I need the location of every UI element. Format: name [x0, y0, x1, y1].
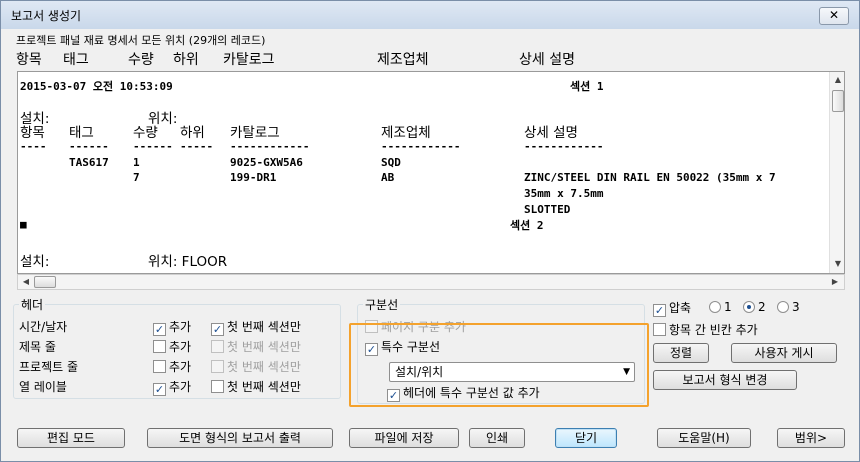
column-header-qty: 수량 — [128, 52, 154, 68]
compress-option-1[interactable]: 1 — [709, 300, 732, 314]
compress-option-2[interactable]: 2 — [743, 300, 766, 314]
checkbox-empty-icon — [211, 380, 224, 393]
title-bar: 보고서 생성기 ✕ — [1, 1, 859, 29]
dialog-body: 프로젝트 패널 재료 명세서 모든 위치 (29개의 레코드) 항목 태그 수량… — [7, 29, 853, 457]
print-button[interactable]: 인쇄 — [469, 428, 525, 448]
save-to-file-button[interactable]: 파일에 저장 — [349, 428, 459, 448]
checkbox-empty-icon — [653, 323, 666, 336]
report-install-label: 설치: — [20, 254, 50, 270]
callout-highlight — [349, 323, 649, 407]
scroll-left-icon[interactable]: ◀ — [19, 275, 33, 289]
report-location-floor: 위치: FLOOR — [148, 254, 228, 270]
report-section-2: 섹션 2 — [510, 219, 544, 232]
help-button[interactable]: 도움말(H) — [657, 428, 751, 448]
project-line-first-section-checkbox: 첫 번째 섹션만 — [211, 358, 301, 375]
title-line-add-checkbox[interactable]: 추가 — [153, 338, 191, 355]
checkbox-empty-icon — [153, 340, 166, 353]
report-dash: ------ — [133, 140, 173, 153]
vertical-scroll-thumb[interactable] — [832, 90, 844, 112]
edit-mode-button[interactable]: 편집 모드 — [17, 428, 125, 448]
report-row-qty: 7 — [133, 171, 140, 184]
header-row-label: 제목 줄 — [19, 340, 56, 354]
checkbox-disabled-icon — [211, 360, 224, 373]
text-cursor: ■ — [20, 218, 27, 231]
scroll-right-icon[interactable]: ▶ — [828, 275, 842, 289]
header-row-label: 프로젝트 줄 — [19, 360, 79, 374]
checkbox-checked-icon: ✓ — [153, 323, 166, 336]
report-col-tag: 태그 — [69, 125, 94, 141]
checkbox-checked-icon: ✓ — [653, 304, 666, 317]
header-row-label: 열 레이블 — [19, 380, 67, 394]
section-divider-title: 구분선 — [363, 296, 401, 313]
checkbox-checked-icon: ✓ — [153, 383, 166, 396]
report-col-manufacturer: 제조업체 — [381, 125, 431, 141]
close-button[interactable]: 닫기 — [555, 428, 617, 448]
report-row-manufacturer: SQD — [381, 156, 401, 169]
report-col-item: 항목 — [20, 125, 45, 141]
sort-button[interactable]: 정렬 — [653, 343, 709, 363]
report-col-description: 상세 설명 — [524, 125, 578, 141]
report-row-description-cont: SLOTTED — [524, 203, 571, 216]
report-row-description: ZINC/STEEL DIN RAIL EN 50022 (35mm x 7 — [524, 171, 776, 184]
user-post-button[interactable]: 사용자 게시 — [731, 343, 837, 363]
report-generator-window: 보고서 생성기 ✕ 프로젝트 패널 재료 명세서 모든 위치 (29개의 레코드… — [0, 0, 860, 462]
compress-checkbox[interactable]: ✓ 압축 — [653, 299, 691, 317]
report-row-catalog: 199-DR1 — [230, 171, 277, 184]
report-subtitle: 프로젝트 패널 재료 명세서 모든 위치 (29개의 레코드) — [16, 34, 266, 47]
compress-option-3[interactable]: 3 — [777, 300, 800, 314]
window-title: 보고서 생성기 — [11, 9, 82, 23]
column-header-manufacturer: 제조업체 — [377, 52, 429, 68]
datetime-add-checkbox[interactable]: ✓ 추가 — [153, 318, 191, 336]
range-button[interactable]: 범위> — [777, 428, 845, 448]
report-dash: ---- — [20, 140, 47, 153]
scroll-down-icon[interactable]: ▼ — [831, 257, 844, 271]
checkbox-disabled-icon — [211, 340, 224, 353]
report-dash: ------------ — [381, 140, 461, 153]
checkbox-checked-icon: ✓ — [211, 323, 224, 336]
report-row-description-cont: 35mm x 7.5mm — [524, 187, 604, 200]
column-label-first-section-checkbox[interactable]: 첫 번째 섹션만 — [211, 378, 301, 395]
report-row-tag: TAS617 — [69, 156, 109, 169]
checkbox-empty-icon — [153, 360, 166, 373]
report-dash: ------ — [69, 140, 109, 153]
radio-icon — [777, 301, 789, 313]
header-row-label: 시간/날자 — [19, 320, 68, 334]
horizontal-scroll-thumb[interactable] — [34, 276, 56, 288]
radio-icon — [709, 301, 721, 313]
report-col-sub: 하위 — [180, 125, 205, 141]
change-report-format-button[interactable]: 보고서 형식 변경 — [653, 370, 797, 390]
datetime-first-section-checkbox[interactable]: ✓ 첫 번째 섹션만 — [211, 318, 301, 336]
report-row-manufacturer: AB — [381, 171, 395, 184]
header-group-title: 헤더 — [19, 296, 46, 313]
column-header-catalog: 카탈로그 — [223, 52, 275, 68]
report-dash: ------------ — [524, 140, 604, 153]
report-col-catalog: 카탈로그 — [230, 125, 280, 141]
report-dash: ----- — [180, 140, 214, 153]
report-section-1: 섹션 1 — [570, 80, 604, 93]
report-col-qty: 수량 — [133, 125, 158, 141]
report-row-qty: 1 — [133, 156, 140, 169]
report-datetime: 2015-03-07 오전 10:53:09 — [20, 80, 173, 93]
report-row-catalog: 9025-GXW5A6 — [230, 156, 303, 169]
column-header-description: 상세 설명 — [519, 52, 575, 68]
close-window-button[interactable]: ✕ — [819, 7, 849, 25]
column-header-sub: 하위 — [173, 52, 199, 68]
horizontal-scrollbar[interactable]: ◀ ▶ — [17, 274, 845, 290]
column-header-tag: 태그 — [63, 52, 89, 68]
title-line-first-section-checkbox: 첫 번째 섹션만 — [211, 338, 301, 355]
radio-selected-icon — [743, 301, 755, 313]
vertical-scrollbar[interactable]: ▲ ▼ — [829, 72, 844, 273]
print-drawing-report-button[interactable]: 도면 형식의 보고서 출력 — [147, 428, 333, 448]
project-line-add-checkbox[interactable]: 추가 — [153, 358, 191, 375]
scroll-up-icon[interactable]: ▲ — [831, 73, 844, 87]
column-label-add-checkbox[interactable]: ✓ 추가 — [153, 378, 191, 396]
report-preview[interactable]: 2015-03-07 오전 10:53:09 섹션 1 설치: 위치: 항목 태… — [17, 71, 845, 274]
column-header-item: 항목 — [16, 52, 42, 68]
blank-line-checkbox[interactable]: 항목 간 빈칸 추가 — [653, 321, 758, 338]
report-dash: ------------ — [230, 140, 310, 153]
